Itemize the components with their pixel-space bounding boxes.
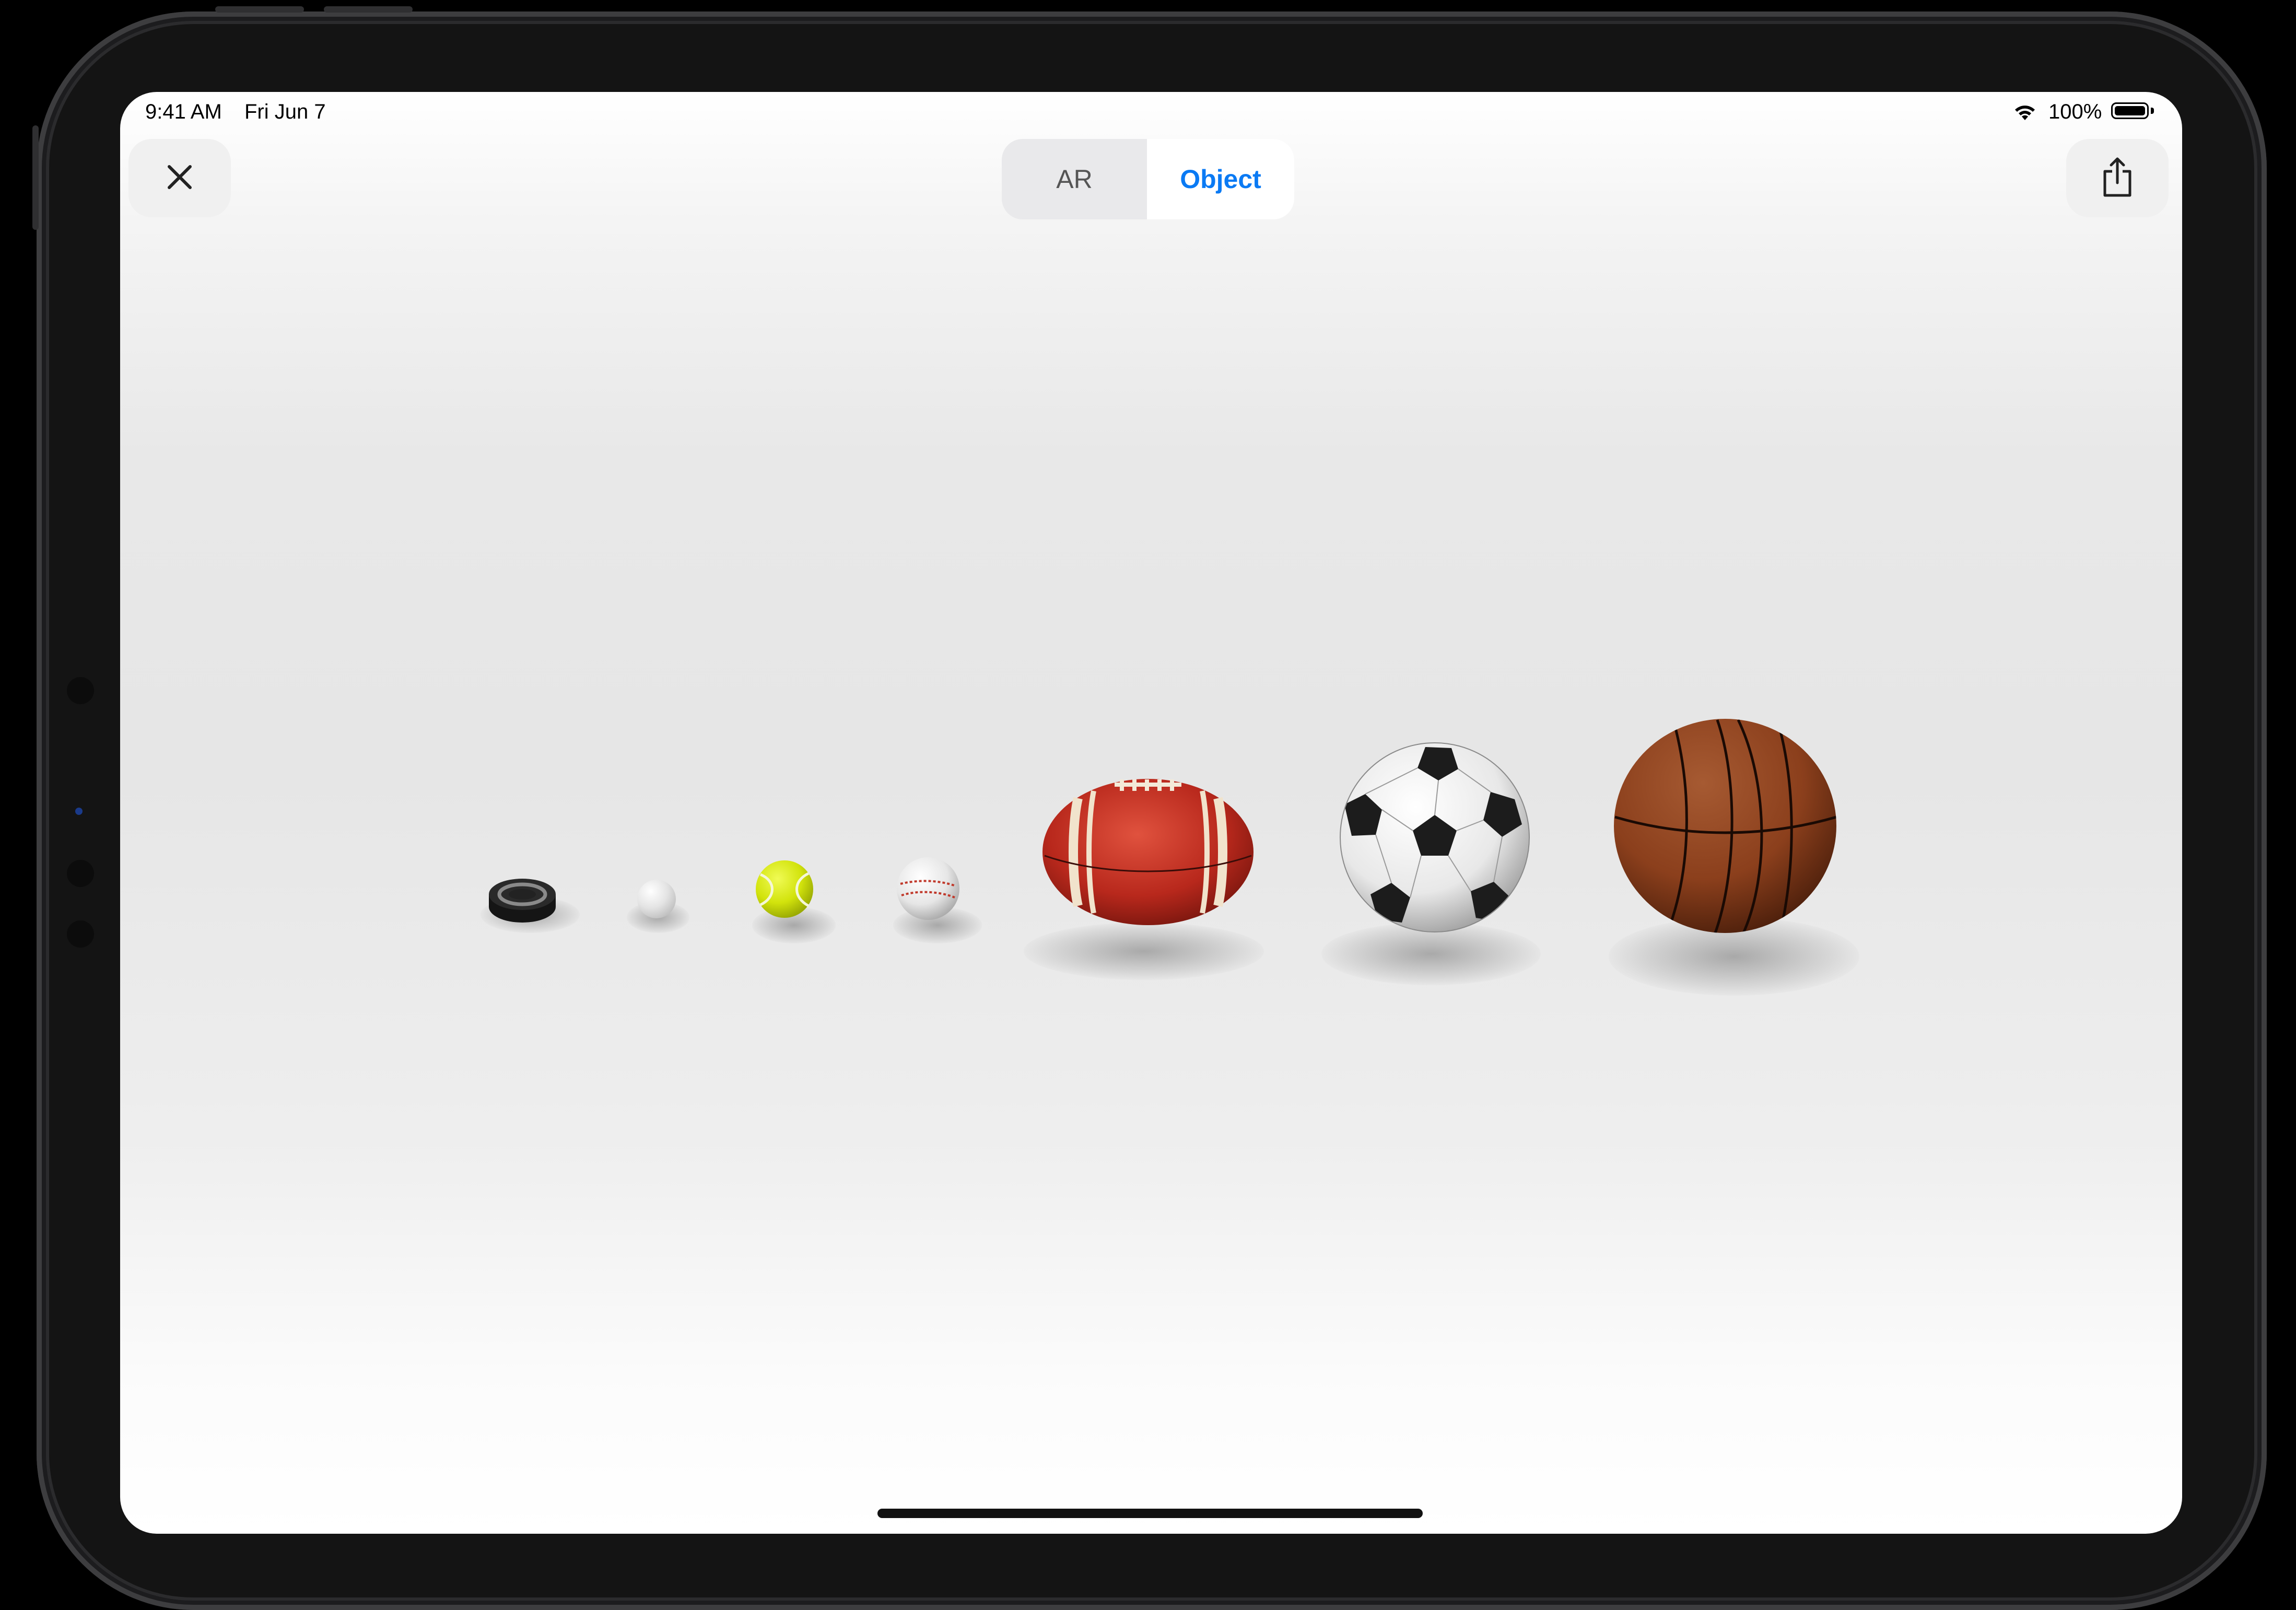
side-button: [32, 125, 39, 230]
xmark-icon: [166, 164, 193, 193]
front-sensor: [67, 920, 94, 948]
status-bar: 9:41 AM Fri Jun 7 100%: [120, 92, 2182, 134]
segment-ar[interactable]: AR: [1002, 139, 1147, 219]
hockey-puck-object[interactable]: [487, 877, 558, 927]
baseball-object[interactable]: [896, 857, 960, 920]
close-button[interactable]: [128, 139, 231, 217]
share-icon: [2101, 157, 2134, 200]
battery-icon: [2111, 102, 2149, 119]
status-time: 9:41 AM: [145, 100, 222, 123]
battery-tip: [2151, 108, 2154, 114]
object-shadow: [1024, 923, 1264, 980]
status-date: Fri Jun 7: [244, 100, 326, 123]
home-indicator[interactable]: [877, 1509, 1423, 1518]
ar-quick-look-screen: 9:41 AM Fri Jun 7 100% AR Object: [120, 92, 2182, 1534]
front-sensor: [67, 860, 94, 887]
golf-ball-object[interactable]: [637, 880, 676, 918]
soccer-ball-object[interactable]: [1339, 742, 1530, 933]
tennis-ball-object[interactable]: [755, 860, 814, 918]
basketball-object[interactable]: [1613, 718, 1837, 934]
share-button[interactable]: [2066, 139, 2169, 217]
view-mode-segmented-control: AR Object: [1002, 139, 1294, 219]
american-football-object[interactable]: [1041, 777, 1255, 927]
top-button: [215, 6, 304, 13]
front-sensor: [67, 677, 94, 704]
camera-lens: [75, 808, 83, 815]
top-button: [324, 6, 413, 13]
segment-object[interactable]: Object: [1147, 139, 1294, 219]
wifi-icon: [2012, 102, 2038, 126]
battery-percent: 100%: [2048, 100, 2102, 123]
